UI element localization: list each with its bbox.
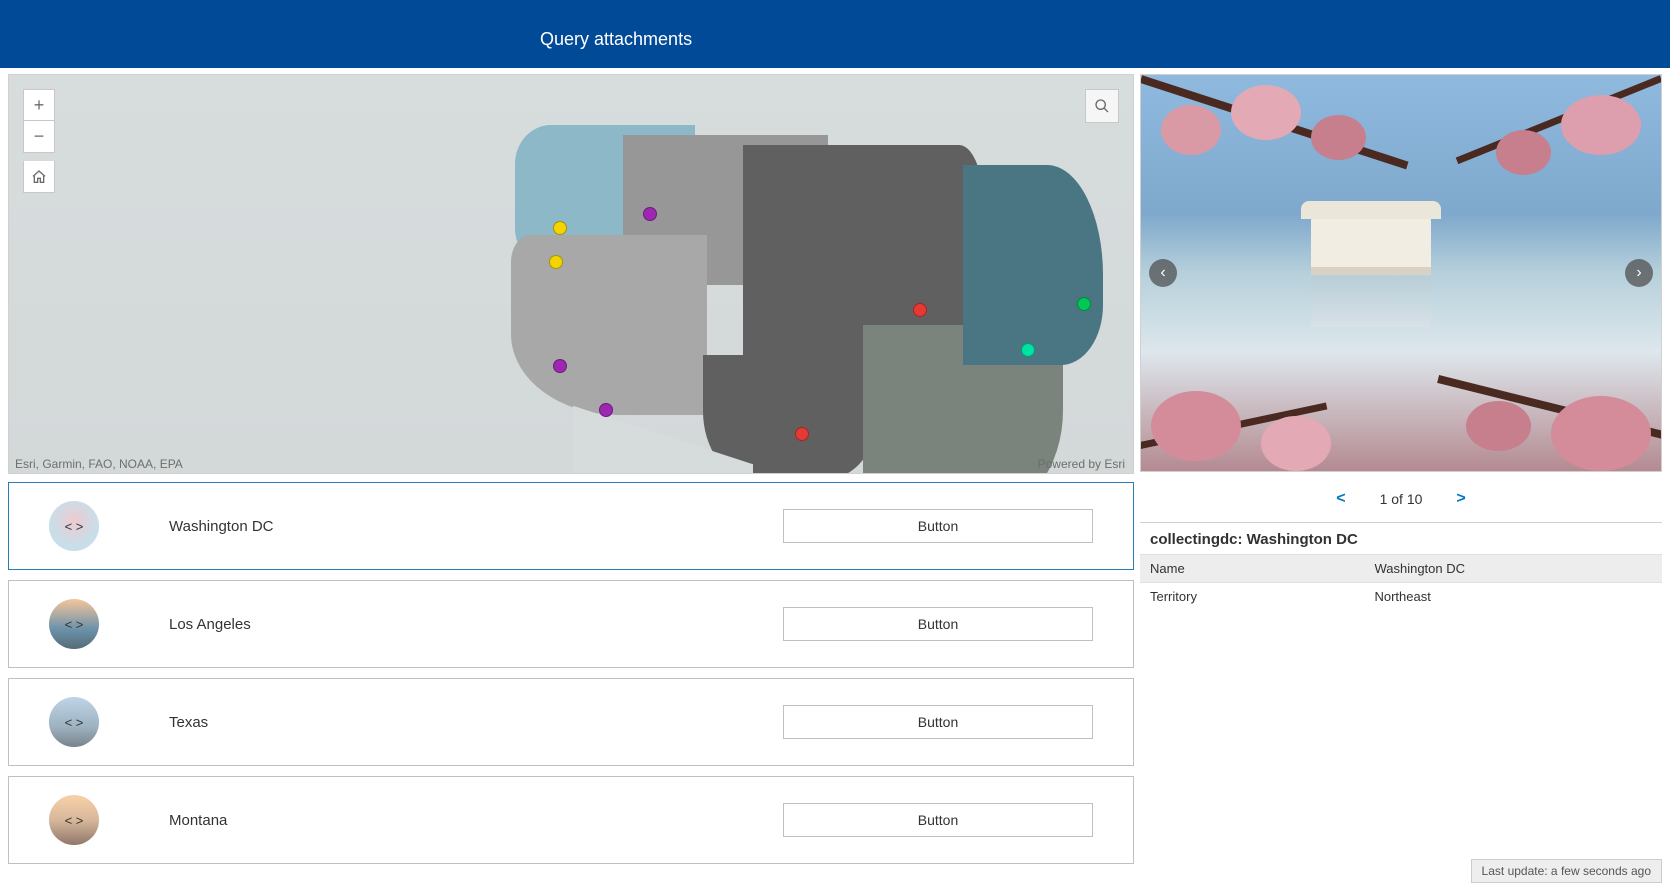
map-point[interactable] [599, 403, 613, 417]
item-action-button[interactable]: Button [783, 607, 1093, 641]
usa-regions [443, 125, 1083, 474]
map-point[interactable] [1077, 297, 1091, 311]
status-bar: Last update: a few seconds ago [1471, 859, 1662, 883]
app-header: Query attachments [0, 10, 1670, 68]
detail-key: Territory [1140, 583, 1364, 611]
chevron-right-icon: › [1636, 264, 1641, 282]
map-point[interactable] [795, 427, 809, 441]
pager-text: 1 of 10 [1380, 491, 1423, 507]
search-icon [1094, 98, 1110, 114]
chevron-left-icon: ‹ [1160, 264, 1165, 282]
monument-reflection [1311, 277, 1431, 327]
item-title: Washington DC [169, 518, 569, 535]
detail-table: NameWashington DCTerritoryNortheast [1140, 554, 1662, 610]
item-thumbnail[interactable]: < > [49, 697, 99, 747]
thumb-arrows-icon: < > [49, 501, 99, 551]
list-item[interactable]: < > Los Angeles Button [8, 580, 1134, 668]
region-southwest[interactable] [511, 235, 707, 415]
window-chrome [0, 0, 1670, 10]
map-widget[interactable]: + − Esri, Garmin, FAO, NOAA, EPA Powered… [8, 74, 1134, 474]
list-item[interactable]: < > Washington DC Button [8, 482, 1134, 570]
app-title: Query attachments [540, 29, 692, 50]
pager-next[interactable]: > [1450, 490, 1471, 508]
item-title: Texas [169, 714, 569, 731]
list-item[interactable]: < > Montana Button [8, 776, 1134, 864]
map-point[interactable] [553, 359, 567, 373]
left-column: + − Esri, Garmin, FAO, NOAA, EPA Powered… [8, 74, 1134, 887]
plus-icon: + [34, 95, 45, 116]
detail-row: TerritoryNortheast [1140, 583, 1662, 611]
item-thumbnail[interactable]: < > [49, 501, 99, 551]
item-action-button[interactable]: Button [783, 803, 1093, 837]
map-search-button[interactable] [1085, 89, 1119, 123]
list-item[interactable]: < > Texas Button [8, 678, 1134, 766]
thumb-arrows-icon: < > [49, 795, 99, 845]
minus-icon: − [34, 126, 45, 147]
item-title: Montana [169, 812, 569, 829]
thumb-arrows-icon: < > [49, 599, 99, 649]
right-column: ‹ › < 1 of 10 > collectingdc: Washington… [1140, 74, 1662, 887]
region-northeast[interactable] [963, 165, 1103, 365]
item-title: Los Angeles [169, 616, 569, 633]
map-point[interactable] [643, 207, 657, 221]
item-thumbnail[interactable]: < > [49, 795, 99, 845]
home-icon [31, 169, 47, 185]
map-point[interactable] [1021, 343, 1035, 357]
item-action-button[interactable]: Button [783, 705, 1093, 739]
attachment-preview: ‹ › [1140, 74, 1662, 472]
thumb-arrows-icon: < > [49, 697, 99, 747]
map-point[interactable] [553, 221, 567, 235]
map-point[interactable] [913, 303, 927, 317]
map-attribution-right: Powered by Esri [1038, 457, 1125, 471]
pager: < 1 of 10 > [1140, 480, 1662, 523]
detail-panel: < 1 of 10 > collectingdc: Washington DC … [1140, 480, 1662, 610]
zoom-in-button[interactable]: + [23, 89, 55, 121]
map-point[interactable] [549, 255, 563, 269]
home-button[interactable] [23, 161, 55, 193]
preview-prev-button[interactable]: ‹ [1149, 259, 1177, 287]
pager-prev[interactable]: < [1330, 490, 1351, 508]
content-area: + − Esri, Garmin, FAO, NOAA, EPA Powered… [0, 68, 1670, 887]
results-list: < > Washington DC Button < > Los Angeles Butt… [8, 482, 1134, 887]
preview-next-button[interactable]: › [1625, 259, 1653, 287]
detail-key: Name [1140, 555, 1364, 583]
map-attribution-left: Esri, Garmin, FAO, NOAA, EPA [15, 457, 183, 471]
item-action-button[interactable]: Button [783, 509, 1093, 543]
map-controls: + − [23, 89, 55, 193]
item-thumbnail[interactable]: < > [49, 599, 99, 649]
monument-shape [1311, 215, 1431, 275]
zoom-out-button[interactable]: − [23, 121, 55, 153]
detail-title: collectingdc: Washington DC [1140, 523, 1662, 554]
detail-row: NameWashington DC [1140, 555, 1662, 583]
detail-value: Northeast [1364, 583, 1662, 611]
detail-value: Washington DC [1364, 555, 1662, 583]
